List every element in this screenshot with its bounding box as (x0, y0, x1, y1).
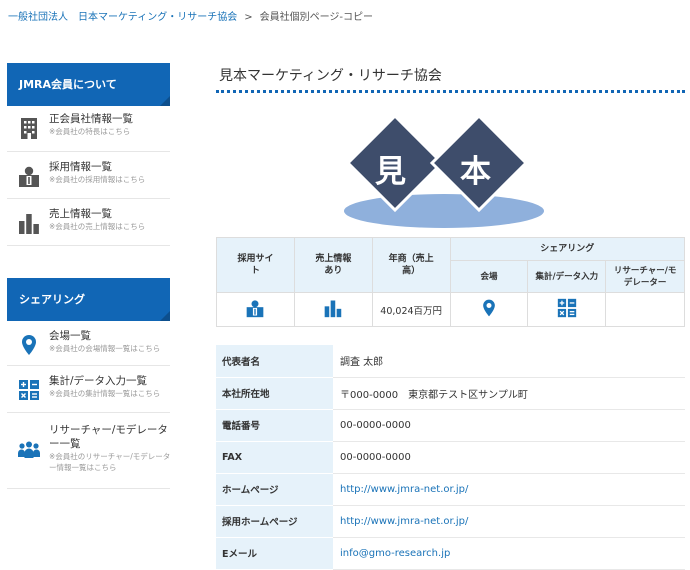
sidebar-item-label: リサーチャー/モデレーター一覧 (49, 424, 168, 450)
sidebar-item-sub: ※会員社の集計情報一覧はこちら (49, 389, 161, 398)
sidebar-item-sub: ※会員社の売上情報はこちら (49, 222, 146, 231)
detail-row: FAX 00-0000-0000 (216, 441, 685, 474)
sidebar-item-venue-list[interactable]: 会場一覧 ※会員社の会場情報一覧はこちら (7, 321, 170, 366)
cell-data-entry[interactable] (527, 292, 607, 327)
detail-row: 代表者名 調査 太郎 (216, 345, 685, 378)
cell-venue[interactable] (449, 292, 529, 327)
detail-value: 00-0000-0000 (333, 441, 685, 474)
header-recruit-site: 採用サイト (216, 237, 295, 293)
sidebar-item-label: 会場一覧 (49, 330, 91, 342)
bar-chart-icon (17, 211, 41, 235)
employee-icon (245, 300, 265, 321)
sidebar-section-sharing: シェアリング 会場一覧 ※会員社の会場情報一覧はこちら 集計/データ入力一覧 ※会員… (7, 278, 170, 489)
cell-researcher (605, 292, 685, 327)
hero-char-2: 本 (460, 154, 491, 190)
header-sales-info: 売上情報あり (293, 237, 373, 293)
homepage-link[interactable]: http://www.jmra-net.or.jp/ (333, 473, 685, 506)
cell-recruit-site[interactable] (216, 292, 295, 327)
breadcrumb-current: 会員社個別ページ-コピー (259, 12, 374, 23)
detail-row: ホームページ http://www.jmra-net.or.jp/ (216, 473, 685, 506)
bar-chart-icon (323, 300, 343, 321)
location-pin-icon (17, 333, 41, 357)
sidebar-item-sub: ※会員社の会場情報一覧はこちら (49, 344, 161, 353)
header-revenue: 年商（売上高） (371, 237, 451, 293)
sidebar-item-label: 集計/データ入力一覧 (49, 375, 148, 387)
detail-label: 電話番号 (216, 409, 333, 442)
header-venue: 会場 (449, 260, 529, 293)
detail-row: 電話番号 00-0000-0000 (216, 409, 685, 442)
location-pin-icon (479, 299, 499, 321)
header-researcher: リサーチャー/モデレーター (605, 260, 685, 293)
detail-row: Eメール info@gmo-research.jp (216, 537, 685, 570)
detail-value: 〒000-0000 東京都テスト区サンプル町 (333, 377, 685, 410)
detail-label: 代表者名 (216, 345, 333, 378)
sidebar-item-member-list[interactable]: 正会員社情報一覧 ※会員社の特長はこちら (7, 106, 170, 152)
recruit-homepage-link[interactable]: http://www.jmra-net.or.jp/ (333, 505, 685, 538)
sidebar-item-label: 売上情報一覧 (49, 208, 112, 220)
employee-icon (17, 164, 41, 188)
detail-row: 採用ホームページ http://www.jmra-net.or.jp/ (216, 505, 685, 538)
header-data-entry: 集計/データ入力 (527, 260, 607, 293)
page-title: 見本マーケティング・リサーチ協会 (219, 68, 442, 84)
sample-hero-image: 見 本 (344, 112, 544, 230)
sidebar-item-label: 正会員社情報一覧 (49, 113, 133, 125)
sidebar-item-researcher-list[interactable]: リサーチャー/モデレーター一覧 ※会員社のリサーチャー/モデレーター情報一覧はこち… (7, 413, 170, 489)
sidebar-section-members: JMRA会員について 正会員社情報一覧 ※会員社の特長はこちら 採用情報一覧 ※会員… (7, 63, 170, 246)
sidebar-item-sales-list[interactable]: 売上情報一覧 ※会員社の売上情報はこちら (7, 199, 170, 246)
hero-char-1: 見 (375, 154, 406, 190)
cell-sales-info[interactable] (293, 292, 373, 327)
people-icon (17, 437, 41, 461)
title-divider (216, 90, 685, 93)
email-link[interactable]: info@gmo-research.jp (333, 537, 685, 570)
detail-label: 本社所在地 (216, 377, 333, 410)
detail-label: ホームページ (216, 473, 333, 506)
detail-value: 調査 太郎 (333, 345, 685, 378)
breadcrumb: 一般社団法人 日本マーケティング・リサーチ協会 > 会員社個別ページ-コピー (8, 8, 373, 23)
breadcrumb-home-link[interactable]: 一般社団法人 日本マーケティング・リサーチ協会 (8, 12, 237, 23)
building-icon (17, 116, 41, 140)
sidebar-item-sub: ※会員社の採用情報はこちら (49, 175, 146, 184)
detail-label: FAX (216, 441, 333, 474)
sidebar-header-members: JMRA会員について (7, 63, 170, 106)
details-table: 代表者名 調査 太郎 本社所在地 〒000-0000 東京都テスト区サンプル町 電話… (216, 345, 685, 570)
breadcrumb-separator: > (244, 12, 253, 23)
calculator-icon (556, 298, 578, 322)
sidebar-item-label: 採用情報一覧 (49, 161, 112, 173)
detail-row: 本社所在地 〒000-0000 東京都テスト区サンプル町 (216, 377, 685, 410)
header-sharing: シェアリング (449, 236, 686, 262)
sidebar-item-recruit-list[interactable]: 採用情報一覧 ※会員社の採用情報はこちら (7, 152, 170, 199)
detail-label: Eメール (216, 537, 333, 570)
summary-table: 採用サイト 売上情報あり 年商（売上高） シェアリング 会場 集計/データ入力 … (216, 236, 686, 327)
sidebar-item-sub: ※会員社のリサーチャー/モデレーター情報一覧はこちら (49, 452, 171, 472)
cell-revenue: 40,024百万円 (371, 292, 451, 327)
detail-value: 00-0000-0000 (333, 409, 685, 442)
sidebar-item-data-entry-list[interactable]: 集計/データ入力一覧 ※会員社の集計情報一覧はこちら (7, 366, 170, 413)
detail-label: 採用ホームページ (216, 505, 333, 538)
sidebar-item-sub: ※会員社の特長はこちら (49, 127, 131, 136)
calculator-icon (17, 378, 41, 402)
sidebar-header-sharing: シェアリング (7, 278, 170, 321)
